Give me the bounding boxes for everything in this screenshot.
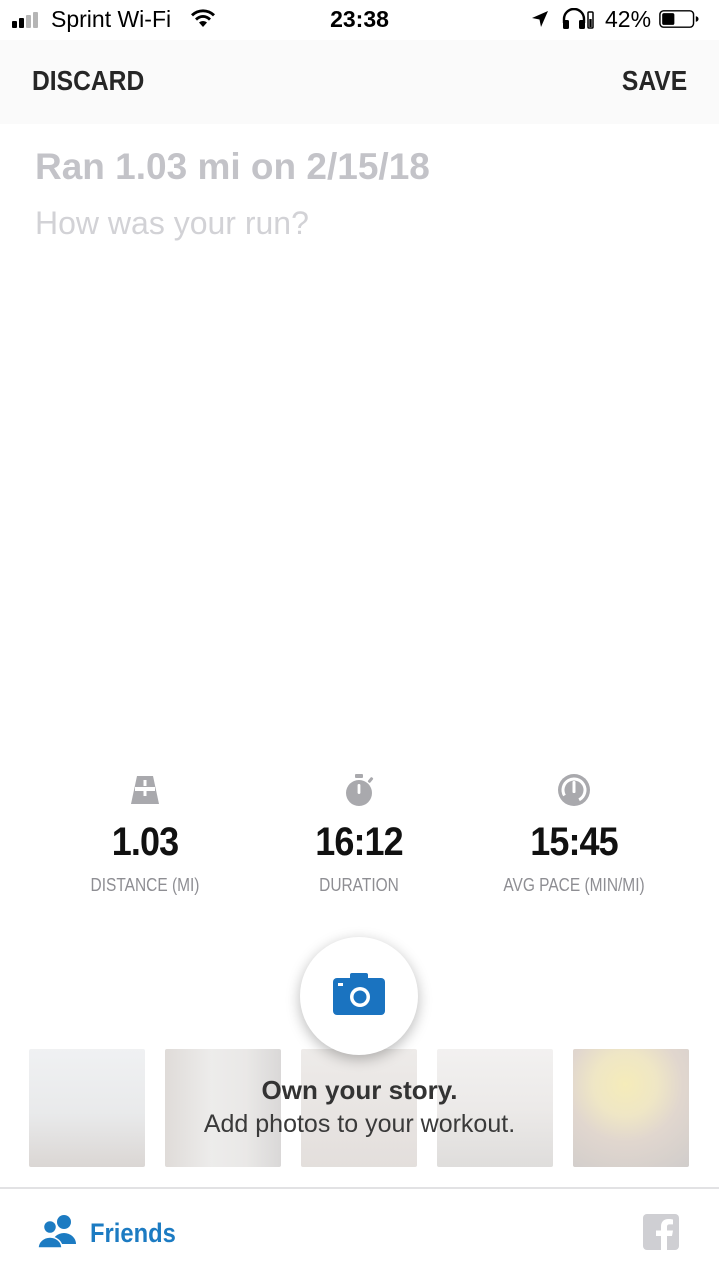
status-bar: Sprint Wi-Fi 23:38 42%	[0, 0, 719, 40]
stopwatch-icon	[346, 774, 374, 806]
photo-suggestions	[0, 1049, 719, 1169]
nav-bar: DISCARD SAVE	[0, 40, 719, 124]
photo-thumbnail[interactable]	[29, 1049, 145, 1167]
camera-icon	[333, 973, 385, 1015]
save-workout-screen: Sprint Wi-Fi 23:38 42% DISCARD SAVE Ran …	[0, 0, 719, 1278]
battery-icon	[659, 10, 699, 28]
photo-thumbnail[interactable]	[437, 1049, 553, 1167]
friends-icon	[38, 1215, 76, 1248]
stat-value: 15:45	[530, 820, 618, 864]
battery-percent: 42%	[605, 6, 652, 32]
stat-value: 16:12	[315, 820, 403, 864]
location-arrow-icon	[532, 11, 548, 27]
photo-thumbnail[interactable]	[301, 1049, 417, 1167]
photo-promo-title: Own your story.	[261, 1075, 458, 1105]
stat-label: AVG PACE (MIN/MI)	[503, 875, 645, 895]
road-icon	[131, 776, 159, 804]
workout-title[interactable]: Ran 1.03 mi on 2/15/18	[35, 146, 430, 188]
workout-note-input[interactable]	[35, 198, 685, 248]
discard-button[interactable]: DISCARD	[32, 65, 144, 97]
stat-duration: 16:12 DURATION	[239, 772, 479, 896]
stat-distance: 1.03 DISTANCE (MI)	[25, 772, 265, 896]
headphones-icon	[562, 8, 594, 29]
facebook-icon	[656, 1219, 673, 1250]
photo-promo-subtitle: Add photos to your workout.	[203, 1110, 516, 1138]
photo-thumbnail[interactable]	[165, 1049, 281, 1167]
photo-thumbnail[interactable]	[573, 1049, 689, 1167]
speedometer-icon	[558, 774, 590, 806]
facebook-share-button[interactable]	[643, 1214, 679, 1250]
friends-label: Friends	[90, 1218, 176, 1248]
save-button[interactable]: SAVE	[622, 65, 687, 97]
stat-avg-pace: 15:45 AVG PACE (MIN/MI)	[454, 772, 694, 896]
stat-label: DISTANCE (MI)	[90, 875, 200, 895]
stat-value: 1.03	[111, 820, 179, 864]
add-photo-button[interactable]	[300, 937, 418, 1055]
bottom-divider	[0, 1187, 719, 1189]
stat-label: DURATION	[319, 875, 399, 895]
